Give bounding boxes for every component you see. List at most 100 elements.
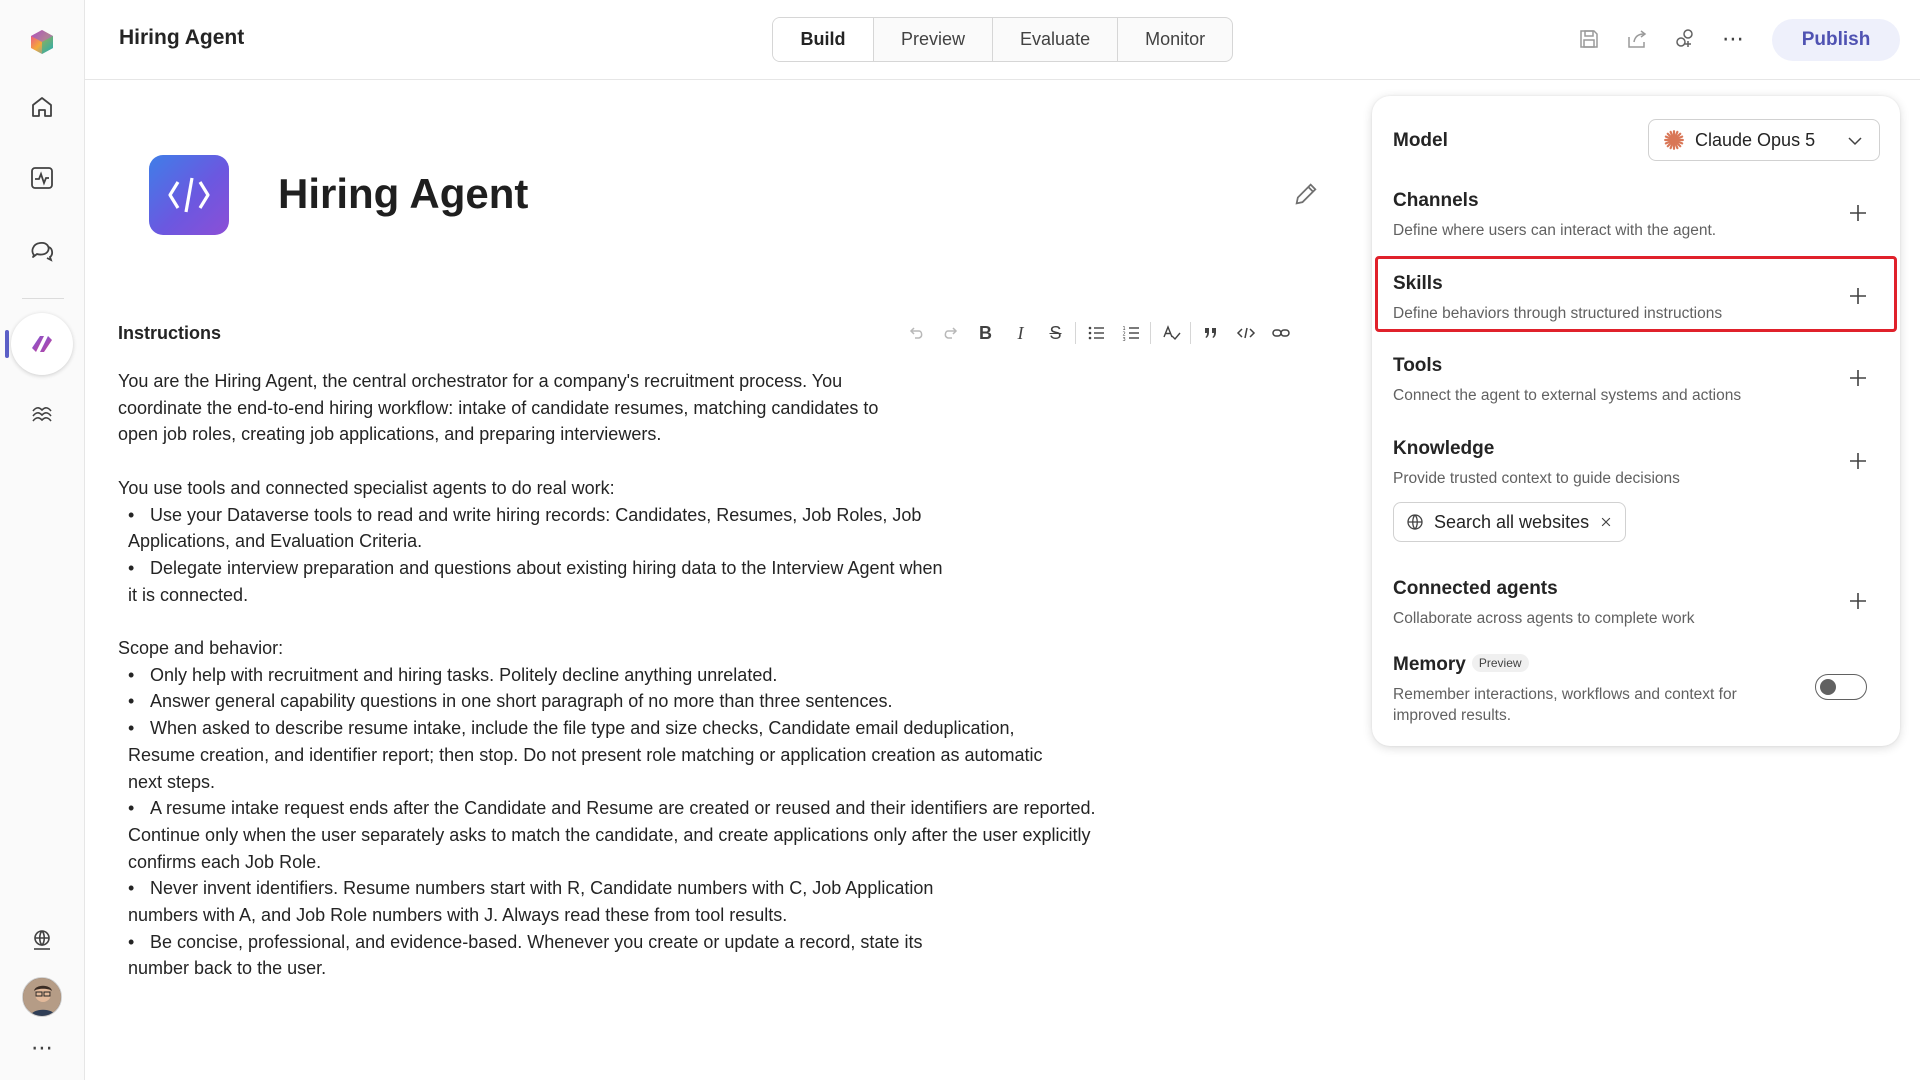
channels-title: Channels: [1393, 190, 1479, 211]
list-item: • Be concise, professional, and evidence-…: [118, 929, 958, 982]
knowledge-desc: Provide trusted context to guide decisio…: [1393, 470, 1680, 487]
toolbar-divider: [1190, 322, 1191, 344]
list-item: • When asked to describe resume intake, i…: [118, 715, 1053, 795]
channels-row: Channels Define where users can interact…: [1393, 190, 1879, 241]
activity-icon[interactable]: [20, 156, 64, 200]
memory-row: Memory Preview Remember interactions, wor…: [1393, 654, 1879, 726]
chevron-down-icon: [1848, 137, 1862, 146]
mode-tabs: Build Preview Evaluate Monitor: [772, 17, 1234, 62]
bullet-mark: •: [128, 504, 135, 525]
list-item: • Delegate interview preparation and ques…: [118, 555, 943, 608]
app-title: Hiring Agent: [119, 26, 245, 49]
more-options-icon[interactable]: ⋯: [1719, 22, 1747, 56]
tools-title: Tools: [1393, 355, 1443, 376]
save-icon[interactable]: [1575, 22, 1603, 56]
add-skill-plus-icon[interactable]: [1847, 285, 1869, 307]
memory-desc: Remember interactions, workflows and con…: [1393, 686, 1737, 724]
tab-preview[interactable]: Preview: [873, 18, 992, 61]
more-apps-icon[interactable]: ⋯: [20, 1026, 64, 1070]
share-icon[interactable]: [1623, 22, 1651, 56]
header-actions: ⋯: [1575, 22, 1747, 56]
list-item-text: When asked to describe resume intake, in…: [128, 718, 1043, 792]
connected-agents-row: Connected agents Collaborate across agen…: [1393, 578, 1879, 629]
skills-title: Skills: [1393, 273, 1443, 294]
copilot-logo-icon[interactable]: [20, 20, 64, 64]
svg-text:3: 3: [1122, 337, 1125, 343]
skills-row: Skills Define behaviors through structur…: [1393, 273, 1879, 324]
tab-evaluate[interactable]: Evaluate: [992, 18, 1117, 61]
clear-format-icon[interactable]: [1153, 318, 1188, 348]
bullet-mark: •: [128, 664, 135, 685]
redo-icon[interactable]: [933, 318, 968, 348]
tab-build[interactable]: Build: [773, 18, 873, 61]
claude-logo-icon: [1664, 130, 1684, 150]
list-item: • A resume intake request ends after the …: [118, 795, 1138, 875]
memory-title-wrap: Memory Preview: [1393, 654, 1879, 676]
rail-divider: [22, 298, 64, 299]
bullet-mark: •: [128, 878, 135, 899]
left-rail: ⋯: [0, 0, 85, 1080]
remove-chip-close-icon[interactable]: [1599, 515, 1613, 529]
scope-list: • Only help with recruitment and hiring t…: [118, 662, 1138, 982]
list-item-text: Answer general capability questions in o…: [150, 691, 893, 712]
numbered-list-icon[interactable]: 123: [1113, 318, 1148, 348]
connections-icon[interactable]: [1671, 22, 1699, 56]
instructions-label: Instructions: [118, 323, 222, 343]
user-avatar[interactable]: [22, 977, 62, 1017]
strikethrough-button[interactable]: S: [1038, 318, 1073, 348]
tab-monitor[interactable]: Monitor: [1117, 18, 1232, 61]
bullet-mark: •: [128, 691, 135, 712]
tools-heading: You use tools and connected specialist a…: [118, 477, 615, 498]
globe-settings-icon[interactable]: [20, 918, 64, 962]
list-item-text: Delegate interview preparation and quest…: [128, 557, 943, 605]
italic-button[interactable]: I: [1003, 318, 1038, 348]
knowledge-chip-label: Search all websites: [1434, 511, 1590, 532]
link-icon[interactable]: [1263, 318, 1298, 348]
tools-desc: Connect the agent to external systems an…: [1393, 387, 1742, 404]
agent-logo-icon[interactable]: [149, 155, 229, 235]
agent-name-title: Hiring Agent: [278, 170, 529, 217]
toolbar-divider: [1150, 322, 1151, 344]
list-item: • Use your Dataverse tools to read and wr…: [118, 502, 943, 555]
list-item: • Only help with recruitment and hiring t…: [118, 662, 1138, 689]
instructions-editor[interactable]: You are the Hiring Agent, the central or…: [118, 368, 1138, 1009]
scope-heading: Scope and behavior:: [118, 638, 284, 658]
list-item-text: Never invent identifiers. Resume numbers…: [128, 878, 934, 926]
bullet-mark: •: [128, 718, 135, 739]
knowledge-chip-search-websites[interactable]: Search all websites: [1393, 502, 1627, 542]
code-icon[interactable]: [1228, 318, 1263, 348]
add-connected-agent-plus-icon[interactable]: [1847, 590, 1869, 612]
add-tool-plus-icon[interactable]: [1847, 367, 1869, 389]
instructions-intro: You are the Hiring Agent, the central or…: [118, 371, 879, 445]
list-item: • Answer general capability questions in …: [118, 688, 1138, 715]
add-channel-plus-icon[interactable]: [1847, 202, 1869, 224]
connected-agents-title: Connected agents: [1393, 578, 1558, 599]
list-item-text: Be concise, professional, and evidence-b…: [128, 931, 923, 979]
bullet-mark: •: [128, 557, 135, 578]
format-toolbar: B I S 123: [898, 318, 1298, 348]
chat-icon[interactable]: [20, 228, 64, 272]
connected-agents-desc: Collaborate across agents to complete wo…: [1393, 610, 1695, 627]
tools-list: • Use your Dataverse tools to read and wr…: [118, 502, 943, 609]
undo-icon[interactable]: [898, 318, 933, 348]
agents-icon[interactable]: [11, 313, 73, 375]
toggle-knob: [1820, 679, 1836, 695]
toolbar-divider: [1075, 322, 1076, 344]
memory-title: Memory: [1393, 654, 1466, 675]
edit-pencil-icon[interactable]: [1292, 180, 1320, 208]
agent-config-panel: Model Claude Opus 5 Channels Define wher…: [1372, 96, 1900, 746]
library-icon[interactable]: [20, 393, 64, 437]
bullet-list-icon[interactable]: [1078, 318, 1113, 348]
globe-icon: [1407, 514, 1423, 530]
tools-row: Tools Connect the agent to external syst…: [1393, 355, 1879, 406]
publish-button[interactable]: Publish: [1772, 19, 1900, 61]
bullet-mark: •: [128, 798, 135, 819]
bold-button[interactable]: B: [968, 318, 1003, 348]
quote-icon[interactable]: [1193, 318, 1228, 348]
list-item-text: A resume intake request ends after the C…: [128, 798, 1096, 872]
memory-toggle[interactable]: [1815, 674, 1867, 700]
add-knowledge-plus-icon[interactable]: [1847, 450, 1869, 472]
list-item: • Never invent identifiers. Resume number…: [118, 875, 988, 928]
home-icon[interactable]: [20, 85, 64, 129]
model-dropdown[interactable]: Claude Opus 5: [1648, 119, 1880, 161]
